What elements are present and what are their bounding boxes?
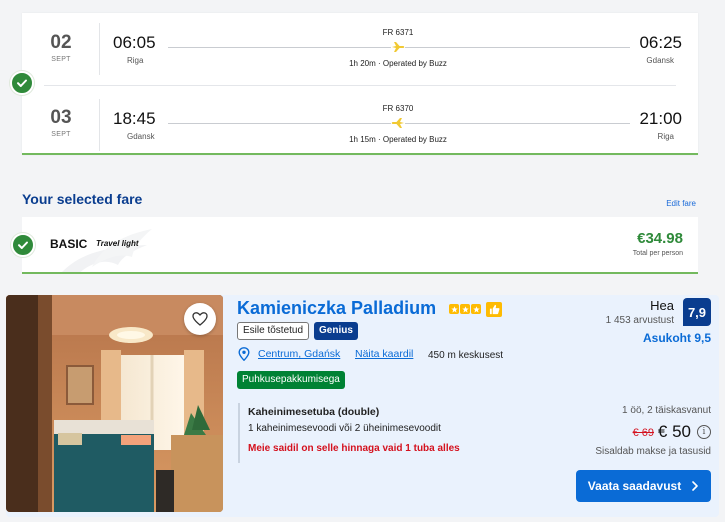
genius-tag: Genius: [314, 322, 358, 340]
discounted-price: € 50: [657, 422, 691, 441]
price-info-icon[interactable]: i: [697, 425, 711, 439]
leg-date-day: 02: [50, 32, 72, 53]
flight-leg-return: 03 SEPT 18:45 Gdansk FR 6370 1h 15m · Op…: [22, 89, 698, 159]
featured-tag: Esile tõstetud: [237, 322, 310, 340]
see-availability-button[interactable]: Vaata saadavust: [576, 470, 711, 502]
fare-price: €34.98: [637, 230, 683, 247]
hotel-name-link[interactable]: Kamieniczka Palladium: [237, 298, 436, 319]
fare-name: BASIC: [50, 237, 88, 251]
hotel-card: Kamieniczka Palladium Esile tõstetud Gen…: [6, 295, 719, 517]
leg-divider: [99, 99, 100, 151]
fare-subtitle: Travel light: [96, 239, 139, 248]
plane-icon: [391, 116, 405, 130]
stay-info: 1 öö, 2 täiskasvanut: [622, 405, 711, 416]
location-pin-icon: [238, 347, 250, 361]
leg-date-month: SEPT: [51, 56, 71, 63]
arrival-city: Gdansk: [646, 56, 674, 65]
flight-duration: 1h 15m · Operated by Buzz: [349, 135, 447, 144]
flight-leg-outbound: 02 SEPT 06:05 Riga FR 6371 1h 20m · Oper…: [22, 13, 698, 83]
edit-fare-link[interactable]: Edit fare: [666, 199, 696, 208]
star-rating: [449, 304, 481, 314]
departure-city: Riga: [127, 56, 144, 65]
flight-number: FR 6371: [382, 28, 414, 37]
thumbs-up-icon: [486, 302, 502, 317]
flight-number: FR 6370: [382, 104, 414, 113]
star-icon: [471, 304, 481, 314]
plane-icon: [391, 40, 405, 54]
hotel-photo[interactable]: [6, 295, 223, 512]
departure-city: Gdansk: [127, 132, 155, 141]
location-score: Asukoht 9,5: [642, 331, 711, 345]
location-link[interactable]: Centrum, Gdańsk: [258, 348, 340, 360]
flight-itinerary-card: 02 SEPT 06:05 Riga FR 6371 1h 20m · Oper…: [22, 13, 698, 155]
distance-from-centre: 450 m keskusest: [428, 350, 504, 361]
fare-price-note: Total per person: [632, 250, 683, 257]
review-count: 1 453 arvustust: [605, 315, 674, 326]
deal-badge: Puhkusepakkumisega: [237, 371, 345, 389]
fare-card: BASIC Travel light €34.98 Total per pers…: [22, 217, 698, 274]
flight-duration: 1h 20m · Operated by Buzz: [349, 59, 447, 68]
favorite-heart-button[interactable]: [184, 303, 216, 335]
departure-time: 06:05: [113, 33, 156, 52]
heart-icon: [192, 312, 208, 326]
leg-date-day: 03: [50, 107, 72, 128]
arrival-time: 06:25: [639, 33, 682, 52]
rating-word: Hea: [650, 298, 674, 313]
star-icon: [449, 304, 459, 314]
departure-time: 18:45: [113, 109, 156, 128]
leg-separator: [44, 85, 676, 86]
leg-divider: [99, 23, 100, 75]
room-info-bar: [238, 403, 240, 463]
flight-selected-check-icon: [10, 71, 34, 95]
fare-heading: Your selected fare: [22, 191, 143, 207]
room-name: Kaheinimesetuba (double): [248, 406, 380, 418]
arrival-city: Riga: [657, 132, 674, 141]
availability-warning: Meie saidil on selle hinnaga vaid 1 tuba…: [248, 443, 460, 454]
see-availability-label: Vaata saadavust: [587, 479, 682, 493]
original-price: € 69: [632, 427, 654, 439]
star-icon: [460, 304, 470, 314]
room-beds: 1 kaheinimesevoodi või 2 üheinimesevoodi…: [248, 423, 441, 434]
tax-note: Sisaldab makse ja tasusid: [595, 446, 711, 457]
fare-selected-check-icon: [11, 233, 35, 257]
leg-date-month: SEPT: [51, 131, 71, 138]
chevron-right-icon: [692, 481, 699, 491]
review-score-badge[interactable]: 7,9: [683, 298, 711, 326]
arrival-time: 21:00: [639, 109, 682, 128]
show-on-map-link[interactable]: Näita kaardil: [355, 348, 413, 360]
